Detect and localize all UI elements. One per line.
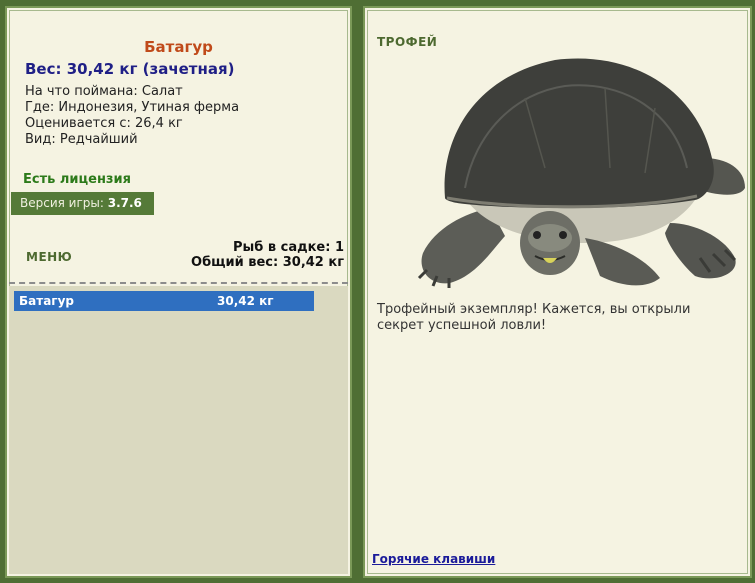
kind-info: Вид: Редчайший: [25, 132, 138, 147]
version-label: Версия игры:: [20, 196, 104, 210]
version-value: 3.7.6: [107, 196, 142, 210]
license-status: Есть лицензия: [23, 172, 131, 187]
list-item[interactable]: Батагур 30,42 кг: [14, 291, 314, 311]
fish-weight: Вес: 30,42 кг (зачетная): [25, 60, 235, 78]
location-info: Где: Индонезия, Утиная ферма: [25, 100, 240, 115]
total-weight: Общий вес: 30,42 кг: [191, 255, 344, 270]
valued-info: Оценивается с: 26,4 кг: [25, 116, 183, 131]
bait-info: На что поймана: Салат: [25, 84, 183, 99]
turtle-image: [417, 58, 745, 288]
cage-stats: Рыб в садке: 1 Общий вес: 30,42 кг: [191, 240, 344, 270]
fish-count: Рыб в садке: 1: [232, 240, 344, 255]
divider: [9, 282, 348, 284]
list-item-weight: 30,42 кг: [217, 294, 274, 308]
list-item-name: Батагур: [19, 294, 74, 308]
trophy-panel: ТРОФЕЙ Трофейный экземпляр! Кажется, вы …: [363, 6, 752, 578]
fish-name: Батагур: [144, 38, 213, 56]
hotkeys-link[interactable]: Горячие клавиши: [372, 552, 495, 566]
cage-list: Батагур 30,42 кг: [9, 286, 348, 574]
fish-info-panel: Батагур Вес: 30,42 кг (зачетная) На что …: [5, 6, 352, 578]
menu-button[interactable]: МЕНЮ: [26, 250, 72, 264]
game-version: Версия игры: 3.7.6: [11, 192, 154, 215]
trophy-message: Трофейный экземпляр! Кажется, вы открыли…: [377, 302, 691, 333]
